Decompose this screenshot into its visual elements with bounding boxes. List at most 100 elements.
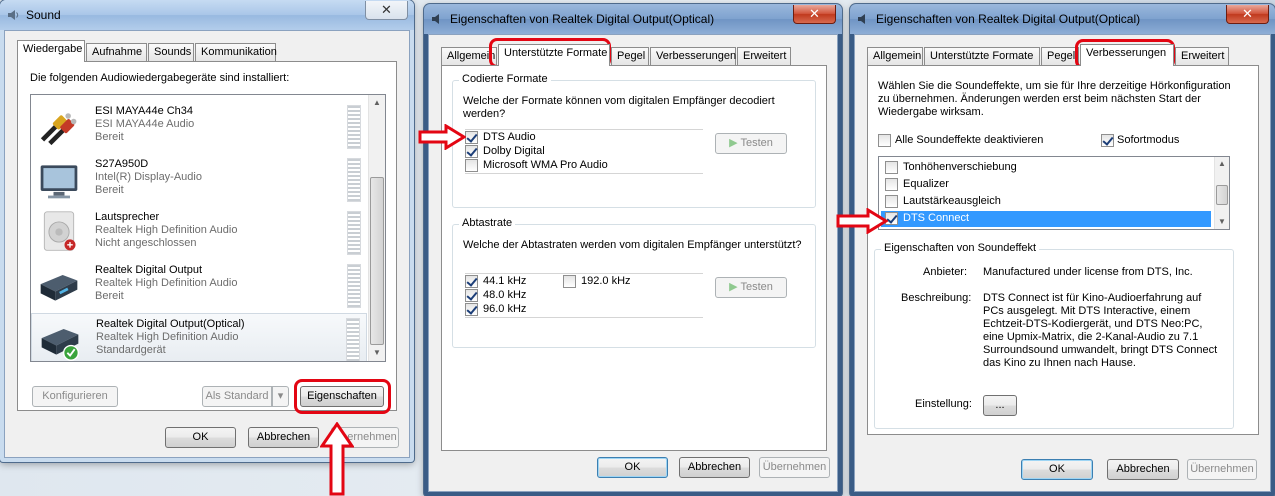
- loudness-eq-checkbox[interactable]: [885, 195, 898, 208]
- test-formats-button[interactable]: ▶ Testen: [715, 133, 787, 154]
- dts-audio-checkbox[interactable]: [465, 131, 478, 144]
- cancel-button[interactable]: Abbrechen: [679, 457, 750, 478]
- apply-button[interactable]: Übernehmen: [1187, 459, 1257, 480]
- rate-44-checkbox[interactable]: [465, 275, 478, 288]
- properties-highlight: [294, 379, 391, 414]
- digital-output-default-icon: [41, 329, 80, 361]
- list-item-esi-maya[interactable]: ESI MAYA44e Ch34 ESI MAYA44e Audio Berei…: [31, 101, 367, 154]
- red-right-arrow-icon: [418, 124, 466, 150]
- scroll-thumb[interactable]: [1216, 185, 1228, 205]
- tab-erweitert[interactable]: Erweitert: [1175, 47, 1229, 65]
- speaker-icon: [858, 14, 865, 24]
- list-item-realtek-digital-output[interactable]: Realtek Digital Output Realtek High Defi…: [31, 260, 367, 313]
- ok-button[interactable]: OK: [1021, 459, 1093, 480]
- immediate-mode-checkbox[interactable]: [1101, 134, 1114, 147]
- rate-44-label: 44.1 kHz: [483, 275, 527, 287]
- window-title: Eigenschaften von Realtek Digital Output…: [876, 12, 1141, 26]
- dolby-digital-label: Dolby Digital: [483, 145, 545, 157]
- tab-sounds[interactable]: Sounds: [148, 43, 194, 61]
- device-name: ESI MAYA44e Ch34: [95, 105, 194, 117]
- sample-rate-question: Welche der Abtastraten werden vom digita…: [463, 239, 802, 251]
- setting-button[interactable]: ...: [983, 395, 1017, 416]
- description-label: Beschreibung:: [901, 292, 972, 304]
- rate-48-checkbox[interactable]: [465, 289, 478, 302]
- chevron-down-icon: ▾: [277, 390, 284, 402]
- effect-properties-group: Eigenschaften von Soundeffekt Anbieter: …: [874, 242, 1234, 429]
- level-meter: [347, 211, 361, 255]
- equalizer-label: Equalizer: [903, 178, 949, 190]
- tab-verbesserungen[interactable]: Verbesserungen: [650, 47, 736, 65]
- cancel-button[interactable]: Abbrechen: [1107, 459, 1179, 480]
- device-list-scrollbar[interactable]: ▲ ▼: [368, 95, 385, 361]
- device-status: Bereit: [95, 184, 124, 196]
- scroll-up-icon[interactable]: ▲: [1215, 157, 1229, 171]
- level-meter: [347, 264, 361, 308]
- rca-cable-icon: [40, 113, 77, 146]
- immediate-mode-label: Sofortmodus: [1117, 134, 1180, 146]
- group-legend: Abtastrate: [459, 217, 516, 229]
- tab-unterstuetzte-formate[interactable]: Unterstützte Formate: [498, 44, 610, 66]
- close-icon[interactable]: ✕: [793, 5, 836, 24]
- provider-label: Anbieter:: [923, 266, 968, 278]
- effects-list: Tonhöhenverschiebung Equalizer Lautstärk…: [878, 156, 1230, 230]
- device-name: Realtek Digital Output(Optical): [96, 318, 245, 330]
- enhancements-titlebar[interactable]: Eigenschaften von Realtek Digital Output…: [850, 4, 1275, 34]
- device-driver: Realtek High Definition Audio: [95, 224, 238, 236]
- provider-value: Manufactured under license from DTS, Inc…: [983, 266, 1193, 278]
- loudspeaker-unplugged-icon: [43, 211, 76, 251]
- enhancements-intro: Wählen Sie die Soundeffekte, um sie für …: [878, 80, 1231, 118]
- apply-button[interactable]: Übernehmen: [759, 457, 830, 478]
- ok-button[interactable]: OK: [597, 457, 668, 478]
- configure-button[interactable]: Konfigurieren: [32, 386, 118, 407]
- tab-unterstuetzte-formate[interactable]: Unterstützte Formate: [924, 47, 1040, 65]
- tab-kommunikation[interactable]: Kommunikation: [195, 43, 277, 61]
- formats-titlebar[interactable]: Eigenschaften von Realtek Digital Output…: [424, 4, 842, 34]
- dolby-digital-checkbox[interactable]: [465, 145, 478, 158]
- sound-titlebar[interactable]: Sound ✕: [0, 0, 414, 30]
- speaker-icon: [432, 14, 439, 24]
- equalizer-checkbox[interactable]: [885, 178, 898, 191]
- red-right-arrow-icon: [836, 208, 888, 234]
- tab-pegel[interactable]: Pegel: [611, 47, 649, 65]
- list-item-s27a950d[interactable]: S27A950D Intel(R) Display-Audio Bereit: [31, 154, 367, 207]
- enhancements-page: Wählen Sie die Soundeffekte, um sie für …: [867, 65, 1259, 435]
- tab-verbesserungen[interactable]: Verbesserungen: [1080, 44, 1174, 66]
- close-icon[interactable]: ✕: [1226, 5, 1269, 24]
- set-default-dropdown[interactable]: ▾: [272, 386, 289, 407]
- rate-192-label: 192.0 kHz: [581, 275, 631, 287]
- tab-allgemein[interactable]: Allgemein: [867, 47, 923, 65]
- wma-pro-checkbox[interactable]: [465, 159, 478, 172]
- level-meter: [347, 158, 361, 202]
- list-item-realtek-digital-output-optical[interactable]: Realtek Digital Output(Optical) Realtek …: [31, 313, 367, 361]
- formats-properties-window: Eigenschaften von Realtek Digital Output…: [424, 4, 842, 496]
- scroll-down-icon[interactable]: ▼: [1215, 215, 1229, 229]
- disable-all-checkbox[interactable]: [878, 134, 891, 147]
- cancel-button[interactable]: Abbrechen: [248, 427, 319, 448]
- device-driver: Intel(R) Display-Audio: [95, 171, 202, 183]
- device-status: Bereit: [95, 131, 124, 143]
- close-icon[interactable]: ✕: [365, 1, 408, 20]
- ok-button[interactable]: OK: [165, 427, 236, 448]
- rate-96-checkbox[interactable]: [465, 303, 478, 316]
- rate-192-checkbox[interactable]: [563, 275, 576, 288]
- digital-output-device-icon: [40, 275, 78, 301]
- wma-pro-label: Microsoft WMA Pro Audio: [483, 159, 608, 171]
- tab-aufnahme[interactable]: Aufnahme: [86, 43, 147, 61]
- scroll-down-icon[interactable]: ▼: [369, 345, 385, 361]
- device-status: Standardgerät: [96, 344, 166, 356]
- tab-pegel[interactable]: Pegel: [1041, 47, 1079, 65]
- pitch-shift-checkbox[interactable]: [885, 161, 898, 174]
- effects-scrollbar[interactable]: ▲ ▼: [1214, 157, 1229, 229]
- scroll-up-icon[interactable]: ▲: [369, 95, 385, 111]
- rate-96-label: 96.0 kHz: [483, 303, 527, 315]
- level-meter: [347, 105, 361, 149]
- tab-erweitert[interactable]: Erweitert: [737, 47, 791, 65]
- list-item-lautsprecher[interactable]: Lautsprecher Realtek High Definition Aud…: [31, 207, 367, 260]
- device-driver: Realtek High Definition Audio: [96, 331, 239, 343]
- loudness-eq-label: Lautstärkeausgleich: [903, 195, 1001, 207]
- test-rates-button[interactable]: ▶ Testen: [715, 277, 787, 298]
- device-driver: ESI MAYA44e Audio: [95, 118, 195, 130]
- scroll-thumb[interactable]: [370, 177, 384, 345]
- set-default-button[interactable]: Als Standard: [202, 386, 272, 407]
- tab-wiedergabe[interactable]: Wiedergabe: [17, 40, 85, 62]
